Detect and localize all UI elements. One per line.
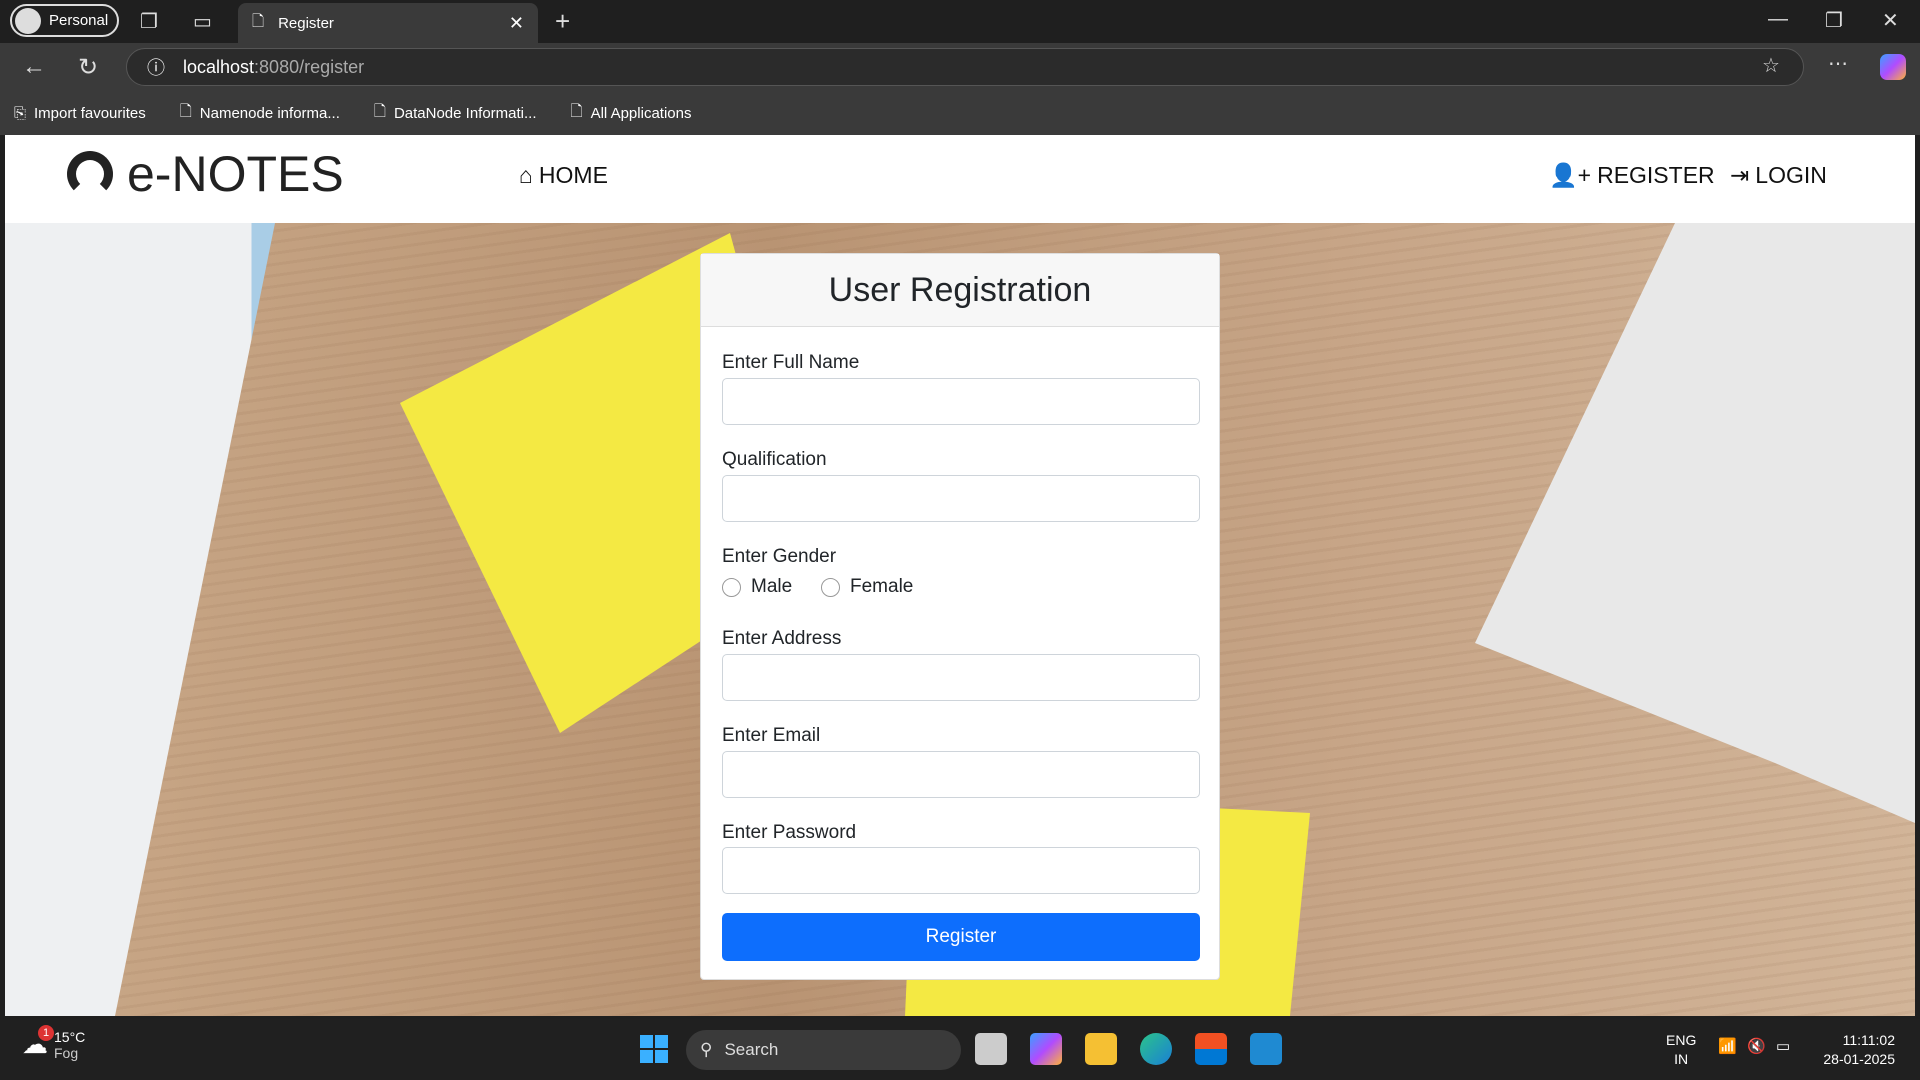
nav-register-label: REGISTER: [1597, 162, 1715, 188]
language-indicator[interactable]: ENG IN: [1666, 1031, 1696, 1069]
temperature: 15°C: [54, 1029, 86, 1045]
page-icon: 🗋: [570, 103, 583, 120]
registration-card: User Registration Enter Full Name Qualif…: [700, 253, 1220, 980]
edge-icon[interactable]: [1140, 1033, 1172, 1065]
page-icon: 🗋: [252, 12, 265, 30]
bookmark-import-favourites[interactable]: ⎘ Import favourites: [14, 105, 146, 122]
wifi-icon[interactable]: 📶: [1718, 1037, 1737, 1055]
tab-actions-icon[interactable]: ▭: [193, 9, 212, 34]
nav-register[interactable]: 👤+ REGISTER: [1549, 162, 1715, 189]
tab-bar: Personal ❐ ▭ 🗋 Register ✕ + — ❐ ✕: [0, 0, 1920, 43]
clock[interactable]: 11:11:02 28-01-2025: [1815, 1031, 1895, 1069]
bookmarks-bar: ⎘ Import favourites 🗋 Namenode informa... …: [0, 92, 1920, 135]
close-tab-icon[interactable]: ✕: [509, 13, 524, 34]
battery-icon[interactable]: ▭: [1776, 1037, 1790, 1055]
collections-icon[interactable]: ❐: [140, 9, 158, 34]
qualification-label: Qualification: [722, 449, 827, 470]
gender-male-radio[interactable]: Male: [722, 576, 792, 598]
logo-icon: [67, 151, 113, 197]
restore-icon[interactable]: ❐: [1825, 8, 1843, 33]
card-title: User Registration: [701, 254, 1219, 327]
copilot-icon[interactable]: [1880, 54, 1906, 80]
search-icon: ⚲: [700, 1040, 713, 1059]
nav-home-label: HOME: [538, 162, 608, 188]
reload-icon[interactable]: ↻: [78, 53, 98, 82]
notebook-decoration: [5, 223, 275, 1016]
full-name-label: Enter Full Name: [722, 352, 860, 373]
back-icon[interactable]: ←: [22, 53, 46, 81]
tab-register[interactable]: 🗋 Register ✕: [238, 3, 538, 43]
info-icon: ⓘ: [147, 58, 165, 78]
address-bar-row: ← ↻ ⓘ localhost:8080/register ☆ ⋯: [0, 43, 1920, 92]
taskbar: ☁ 1 15°C Fog ⚲ Search ENG IN 📶 🔇 ▭ 11:11:02…: [0, 1019, 1920, 1080]
url-input[interactable]: ⓘ localhost:8080/register: [126, 48, 1804, 86]
store-icon[interactable]: [1195, 1033, 1227, 1065]
qualification-input[interactable]: [722, 475, 1200, 522]
bookmark-label: DataNode Informati...: [393, 105, 537, 122]
nav-home[interactable]: ⌂ HOME: [519, 162, 608, 189]
page-icon: 🗋: [373, 103, 386, 120]
more-icon[interactable]: ⋯: [1828, 51, 1848, 76]
page-icon: 🗋: [179, 103, 192, 120]
brand-logo[interactable]: e-NOTES: [67, 145, 344, 203]
nav-login[interactable]: ⇥ LOGIN: [1730, 162, 1827, 189]
password-input[interactable]: [722, 847, 1200, 894]
avatar: [15, 7, 41, 34]
minimize-icon[interactable]: —: [1768, 8, 1788, 31]
address-label: Enter Address: [722, 628, 842, 649]
bookmark-namenode[interactable]: 🗋 Namenode informa...: [180, 101, 340, 126]
user-plus-icon: 👤+: [1549, 162, 1592, 188]
url-host: localhost: [183, 56, 255, 77]
taskbar-search[interactable]: ⚲ Search: [686, 1030, 961, 1070]
close-window-icon[interactable]: ✕: [1882, 8, 1899, 33]
date: 28-01-2025: [1823, 1051, 1895, 1067]
task-view-icon[interactable]: [975, 1033, 1007, 1065]
web-page: e-NOTES ⌂ HOME 👤+ REGISTER ⇥ LOGIN User Reg…: [5, 135, 1915, 1016]
nav-login-label: LOGIN: [1755, 162, 1827, 188]
import-icon: ⎘: [14, 105, 27, 122]
weather-widget[interactable]: ☁ 1 15°C Fog: [22, 1025, 86, 1061]
vscode-icon[interactable]: [1250, 1033, 1282, 1065]
new-tab-icon[interactable]: +: [555, 6, 570, 37]
lang-code: ENG: [1666, 1032, 1697, 1048]
keyboard-decoration: [1475, 223, 1915, 823]
bookmark-label: Namenode informa...: [199, 105, 340, 122]
favorite-star-icon[interactable]: ☆: [1762, 53, 1780, 78]
weather-badge: 1: [38, 1025, 54, 1041]
email-input[interactable]: [722, 751, 1200, 798]
url-path: :8080/register: [254, 56, 365, 77]
gender-label: Enter Gender: [722, 546, 837, 567]
file-explorer-icon[interactable]: [1085, 1033, 1117, 1065]
profile-button[interactable]: Personal: [10, 4, 119, 37]
bookmark-label: All Applications: [590, 105, 692, 122]
register-button[interactable]: Register: [722, 913, 1200, 961]
login-icon: ⇥: [1730, 162, 1750, 188]
password-label: Enter Password: [722, 822, 857, 843]
time: 11:11:02: [1842, 1032, 1895, 1048]
copilot-app-icon[interactable]: [1030, 1033, 1062, 1065]
brand-name: e-NOTES: [127, 146, 344, 202]
full-name-input[interactable]: [722, 378, 1200, 425]
search-label: Search: [724, 1040, 779, 1059]
gender-female-radio[interactable]: Female: [821, 576, 913, 598]
profile-label: Personal: [49, 12, 109, 29]
volume-muted-icon[interactable]: 🔇: [1747, 1037, 1766, 1055]
female-label: Female: [850, 576, 914, 597]
email-label: Enter Email: [722, 725, 821, 746]
bookmark-all-applications[interactable]: 🗋 All Applications: [571, 101, 692, 126]
bookmark-label: Import favourites: [34, 105, 146, 122]
male-label: Male: [751, 576, 793, 597]
weather-condition: Fog: [54, 1045, 79, 1061]
bookmark-datanode[interactable]: 🗋 DataNode Informati...: [374, 101, 537, 126]
home-icon: ⌂: [519, 162, 533, 188]
navbar: e-NOTES ⌂ HOME 👤+ REGISTER ⇥ LOGIN: [5, 135, 1915, 223]
start-icon[interactable]: [640, 1035, 668, 1063]
region-code: IN: [1674, 1051, 1689, 1067]
tab-title: Register: [278, 14, 334, 32]
address-input[interactable]: [722, 654, 1200, 701]
